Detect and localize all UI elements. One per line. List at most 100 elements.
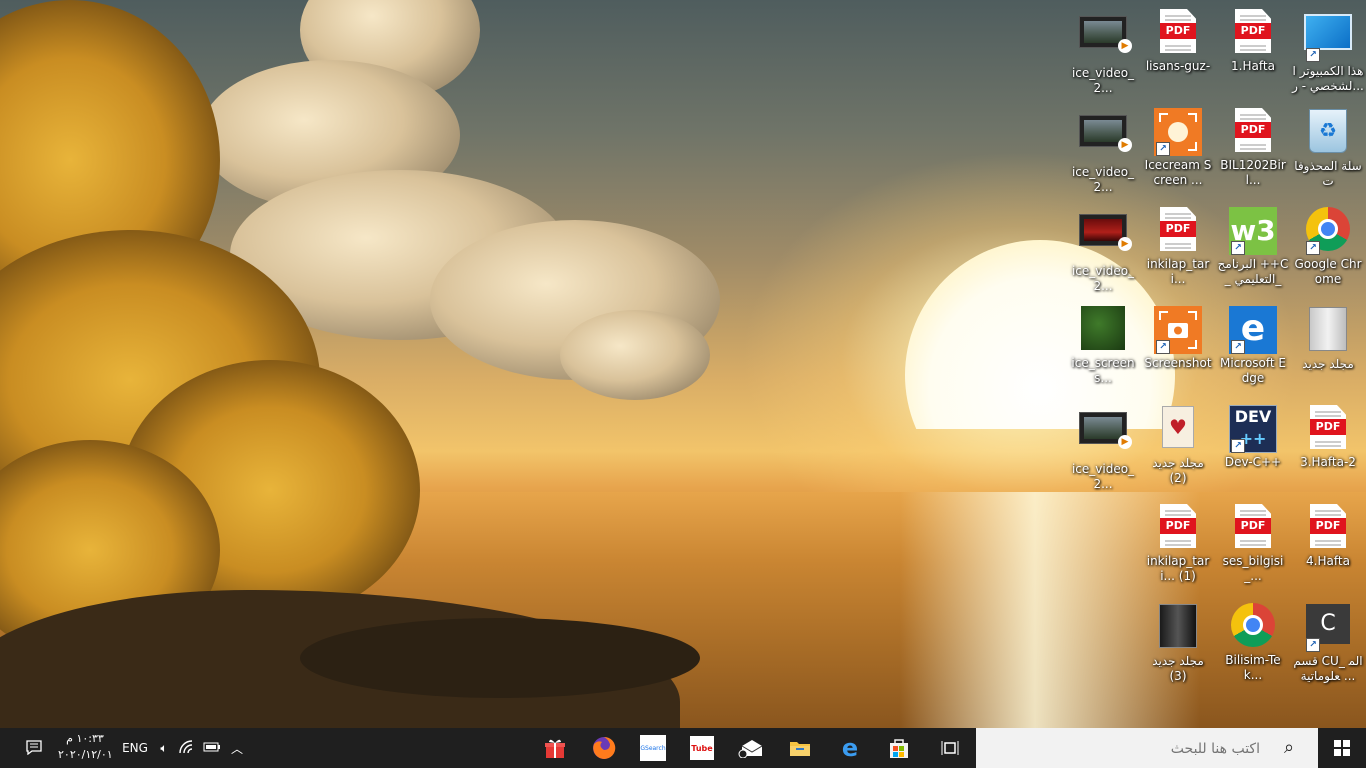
- clock-time: ١٠:٣٣ م: [66, 732, 104, 745]
- desktop-icon-ses-bilgisi[interactable]: PDF ses_bilgisi_...: [1217, 501, 1289, 593]
- desktop-icon-label: البرنامج ++C_ التعليمي_: [1217, 257, 1289, 286]
- chevron-up-icon: ︿: [230, 741, 243, 756]
- shortcut-arrow-icon: ↗: [1156, 340, 1170, 354]
- speaker-icon: 🔈︎: [160, 740, 168, 755]
- mail-icon: [738, 736, 762, 760]
- desktop-icon-label: مجلد جديد (2): [1152, 456, 1204, 485]
- clock-date: ٢٠٢٠/١٢/٠١: [58, 748, 113, 761]
- desktop-icon-label: BIL1202Birl...: [1220, 158, 1286, 187]
- video-icon: ▶: [1079, 16, 1132, 53]
- taskbar-app-firefox[interactable]: [580, 728, 628, 768]
- file-explorer-icon: [788, 736, 812, 760]
- desktop-icon-icecream-screen[interactable]: ↗ Icecream Screen ...: [1142, 105, 1214, 197]
- gsearch-icon: GSearch: [640, 735, 666, 761]
- desktop-icon-label: lisans-guz-: [1145, 59, 1211, 73]
- desktop-icon-label: ice_video_2...: [1071, 462, 1135, 491]
- desktop-icon-bilisim-tek[interactable]: Bilisim-Tek...: [1217, 600, 1289, 692]
- desktop-icon-label: ice_video_2...: [1071, 165, 1135, 194]
- wifi-icon: [179, 739, 197, 757]
- pdf-icon: PDF: [1235, 108, 1271, 152]
- folder-icon: [1309, 307, 1347, 351]
- desktop-icon-label: ses_bilgisi_...: [1222, 554, 1284, 583]
- desktop-icon-screenshot[interactable]: ↗ Screenshot: [1142, 303, 1214, 395]
- card-folder-icon: ♥: [1162, 406, 1194, 448]
- taskbar-app-store[interactable]: [875, 728, 923, 768]
- desktop-icon-ice-video[interactable]: ▶ ice_video_2...: [1067, 105, 1139, 197]
- desktop-icon-label: Screenshot: [1144, 356, 1212, 370]
- desktop-icon-new-folder-2[interactable]: ♥ مجلد جديد (2): [1142, 402, 1214, 494]
- desktop-icon-google-chrome[interactable]: ↗ Google Chrome: [1292, 204, 1364, 296]
- play-icon: ▶: [1118, 39, 1132, 53]
- desktop-icon-label: مجلد جديد: [1302, 357, 1354, 371]
- desktop-icon-3-hafta-2[interactable]: PDF 3.Hafta-2: [1292, 402, 1364, 494]
- video-icon: ▶: [1079, 115, 1132, 152]
- desktop-icon-ice-video[interactable]: ▶ ice_video_2...: [1067, 402, 1139, 494]
- battery-icon: [203, 741, 221, 756]
- dark-folder-icon: [1159, 604, 1197, 648]
- battery-button[interactable]: [200, 728, 224, 768]
- pdf-icon: PDF: [1160, 504, 1196, 548]
- input-language-button[interactable]: ENG: [118, 728, 152, 768]
- desktop-icon-label: هذا الكمبيوتر الشخصي - ر...: [1292, 64, 1364, 93]
- taskbar-app-file-explorer[interactable]: [776, 728, 824, 768]
- pdf-icon: PDF: [1160, 207, 1196, 251]
- show-hidden-icons-button[interactable]: ︿: [226, 728, 248, 768]
- play-icon: ▶: [1118, 435, 1132, 449]
- language-indicator: ENG: [122, 741, 148, 755]
- start-button[interactable]: [1318, 728, 1366, 768]
- desktop-icon-label: inkilap_tari...: [1146, 257, 1210, 286]
- desktop-icon-4-hafta[interactable]: PDF 4.Hafta: [1292, 501, 1364, 593]
- action-center-button[interactable]: [22, 728, 46, 768]
- video-icon: ▶: [1079, 214, 1132, 251]
- desktop-icon-inkilap-tarihi-1[interactable]: PDF inkilap_tari... (1): [1142, 501, 1214, 593]
- pdf-icon: PDF: [1160, 9, 1196, 53]
- desktop-icon-w3schools-cpp[interactable]: w3 ↗ البرنامج ++C_ التعليمي_: [1217, 204, 1289, 296]
- desktop-icon-inkilap-tarihi[interactable]: PDF inkilap_tari...: [1142, 204, 1214, 296]
- desktop-icon-label: Icecream Screen ...: [1144, 158, 1212, 187]
- shortcut-arrow-icon: ↗: [1156, 142, 1170, 156]
- desktop-icon-new-folder-3[interactable]: مجلد جديد (3): [1142, 600, 1214, 692]
- desktop-icon-microsoft-edge[interactable]: e ↗ Microsoft Edge: [1217, 303, 1289, 395]
- play-icon: ▶: [1118, 237, 1132, 251]
- desktop-icon-cu-informatics[interactable]: C ↗ قسم CU_ المعلوماتية ...: [1292, 600, 1364, 692]
- network-button[interactable]: [176, 728, 200, 768]
- taskbar-app-edge[interactable]: e: [826, 728, 874, 768]
- shortcut-arrow-icon: ↗: [1231, 340, 1245, 354]
- taskbar-clock[interactable]: ١٠:٣٣ م ٢٠٢٠/١٢/٠١: [58, 731, 113, 763]
- desktop-icon-label: Dev-C++: [1224, 455, 1282, 469]
- desktop-icon-ice-video[interactable]: ▶ ice_video_2...: [1067, 6, 1139, 98]
- volume-button[interactable]: 🔈︎: [152, 728, 176, 768]
- desktop-icon-ice-screenshot[interactable]: ice_screens...: [1067, 303, 1139, 395]
- desktop-icon-ice-video[interactable]: ▶ ice_video_2...: [1067, 204, 1139, 296]
- desktop-icon-lisans-guz[interactable]: PDF lisans-guz-: [1142, 6, 1214, 98]
- task-view-button[interactable]: [926, 728, 974, 768]
- taskbar-app-mail[interactable]: [726, 728, 774, 768]
- desktop-icon-bil1202[interactable]: PDF BIL1202Birl...: [1217, 105, 1289, 197]
- tubemate-icon: Tube: [690, 736, 714, 760]
- pdf-icon: PDF: [1310, 504, 1346, 548]
- desktop-icon-label: inkilap_tari... (1): [1146, 554, 1210, 583]
- desktop-icon-dev-cpp[interactable]: DEV ++ ↗ Dev-C++: [1217, 402, 1289, 494]
- shortcut-arrow-icon: ↗: [1306, 241, 1320, 255]
- taskbar-search-input[interactable]: [1022, 728, 1262, 770]
- notification-icon: [26, 739, 42, 758]
- pdf-icon: PDF: [1235, 504, 1271, 548]
- desktop-icon-label: 1.Hafta: [1231, 59, 1275, 73]
- taskbar-app-gsearch[interactable]: GSearch: [629, 728, 677, 768]
- taskbar-search-box[interactable]: ⌕: [976, 728, 1318, 770]
- taskbar-app-tubemate[interactable]: Tube: [678, 728, 726, 768]
- task-view-icon: [938, 736, 962, 760]
- desktop-icon-new-folder[interactable]: مجلد جديد: [1292, 303, 1364, 395]
- shortcut-arrow-icon: ↗: [1231, 241, 1245, 255]
- windows-logo-icon: [1334, 740, 1350, 756]
- desktop-icon-1-hafta[interactable]: PDF 1.Hafta: [1217, 6, 1289, 98]
- desktop-icon-label: Google Chrome: [1294, 257, 1362, 286]
- desktop-icon-label: ice_screens...: [1071, 356, 1135, 385]
- desktop-icon-label: سلة المحذوفات: [1294, 159, 1362, 188]
- taskbar-app-gift[interactable]: [531, 728, 579, 768]
- taskbar: ⌕ e Tube GSearch: [0, 728, 1366, 770]
- desktop-icon-this-pc[interactable]: ↗ هذا الكمبيوتر الشخصي - ر...: [1292, 6, 1364, 98]
- edge-icon: e: [841, 734, 859, 762]
- cloud: [560, 310, 710, 400]
- desktop-icon-recycle-bin[interactable]: ♻ سلة المحذوفات: [1292, 105, 1364, 197]
